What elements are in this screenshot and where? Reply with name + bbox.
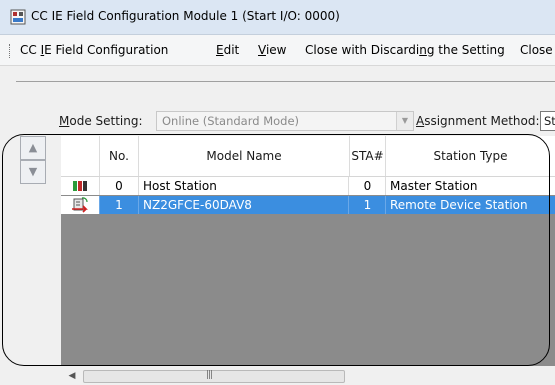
- row-no: 0: [100, 177, 139, 195]
- header-icon-column: [61, 136, 100, 176]
- menu-close-discarding[interactable]: Close with Discarding the Setting: [305, 43, 505, 57]
- menu-view[interactable]: View: [258, 43, 286, 57]
- scroll-left-icon[interactable]: ◀: [63, 368, 81, 385]
- remote-device-icon: [72, 197, 88, 213]
- mode-setting-select[interactable]: Online (Standard Mode) ▼: [156, 111, 414, 131]
- row-no: 1: [100, 196, 139, 214]
- header-sta[interactable]: STA#: [350, 136, 386, 176]
- row-model-name: NZ2GFCE-60DAV8: [139, 196, 349, 214]
- module-config-icon: [10, 9, 26, 25]
- up-arrow-icon: ▲: [28, 141, 38, 154]
- window-title: CC IE Field Configuration Module 1 (Star…: [31, 9, 340, 23]
- horizontal-scrollbar[interactable]: ◀ |||: [61, 368, 555, 385]
- table-row-selected[interactable]: 1 NZ2GFCE-60DAV8 1 Remote Device Station: [61, 196, 555, 214]
- cc-ie-field-configuration-window: CC IE Field Configuration Module 1 (Star…: [0, 0, 555, 385]
- menu-bar: CC IE Field Configuration Edit View Clos…: [0, 35, 555, 66]
- mode-setting-value: Online (Standard Mode): [162, 114, 300, 128]
- row-station-type: Remote Device Station: [390, 198, 528, 212]
- table-row[interactable]: 0 Host Station 0 Master Station: [61, 177, 555, 195]
- title-bar: CC IE Field Configuration Module 1 (Star…: [0, 0, 555, 35]
- scrollbar-thumb[interactable]: |||: [83, 370, 345, 383]
- assignment-method-label: Assignment Method:: [416, 114, 540, 128]
- menu-grip[interactable]: [9, 44, 13, 58]
- chevron-down-icon[interactable]: ▼: [396, 112, 413, 130]
- main-content: Mode Setting: Online (Standard Mode) ▼ A…: [0, 66, 555, 385]
- row-icon-cell: [61, 196, 100, 214]
- separator-line: [16, 81, 555, 82]
- menu-cc-ie-field-configuration[interactable]: CC IE Field Configuration: [20, 43, 168, 57]
- mode-setting-label: Mode Setting:: [59, 114, 143, 128]
- row-icon-cell: [61, 177, 100, 195]
- station-table: No. Model Name STA# Station Type 0 Host …: [61, 136, 555, 366]
- move-up-button[interactable]: ▲: [20, 136, 46, 160]
- down-arrow-icon: ▼: [28, 165, 38, 178]
- menu-edit[interactable]: Edit: [216, 43, 239, 57]
- assignment-method-select[interactable]: St: [540, 111, 555, 131]
- header-no[interactable]: No.: [100, 136, 139, 176]
- menu-close[interactable]: Close: [520, 43, 553, 57]
- assignment-method-value: St: [544, 114, 555, 128]
- move-down-button[interactable]: ▼: [20, 160, 46, 184]
- row-sta: 0: [350, 177, 386, 195]
- header-station-type[interactable]: Station Type: [386, 136, 555, 176]
- master-station-icon: [73, 181, 87, 191]
- row-station-type: Master Station: [390, 179, 478, 193]
- row-model-name: Host Station: [139, 177, 349, 195]
- row-sta: 1: [350, 196, 386, 214]
- header-model-name[interactable]: Model Name: [139, 136, 350, 176]
- scrollbar-grip-icon: |||: [206, 370, 213, 380]
- table-header: No. Model Name STA# Station Type: [61, 136, 555, 177]
